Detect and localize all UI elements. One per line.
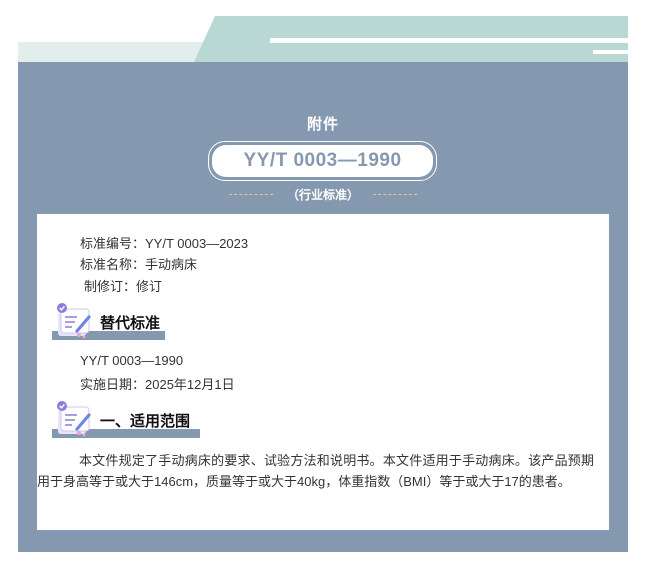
scope-paragraph: 本文件规定了手动病床的要求、试验方法和说明书。本文件适用于手动病床。该产品预期用…: [37, 453, 594, 489]
revision-line: 制修订：修订: [84, 279, 163, 294]
replaced-standard-code: YY/T 0003—1990: [80, 353, 184, 368]
section-heading-scope: 一、适用范围: [52, 400, 212, 440]
memo-pencil-icon: [57, 401, 91, 437]
standard-name-line: 标准名称：手动病床: [80, 257, 198, 272]
section-heading-replaced-standard: 替代标准: [52, 302, 212, 342]
standard-number-line: 标准编号：YY/T 0003—2023: [80, 236, 249, 251]
standard-code-pill: YY/T 0003—1990: [208, 141, 437, 181]
category-row: （行业标准）: [18, 186, 628, 203]
section-title: 一、适用范围: [100, 413, 191, 430]
attachment-label: 附件: [306, 116, 339, 133]
dashed-divider-left: [228, 194, 273, 195]
standard-code-text: YY/T 0003—1990: [212, 145, 433, 177]
implementation-date: 实施日期：2025年12月1日: [80, 377, 235, 392]
section-title: 替代标准: [100, 315, 161, 332]
content-card: 标准编号：YY/T 0003—2023 标准名称：手动病床 制修订：修订 替代标…: [37, 214, 609, 530]
dashed-divider-right: [373, 194, 417, 195]
memo-pencil-icon: [57, 303, 91, 339]
category-label: （行业标准）: [286, 188, 359, 202]
top-decor-band: [18, 16, 628, 62]
attachment-panel: 附件 YY/T 0003—1990 （行业标准） 标准编号：YY/T 0003—…: [18, 62, 628, 552]
